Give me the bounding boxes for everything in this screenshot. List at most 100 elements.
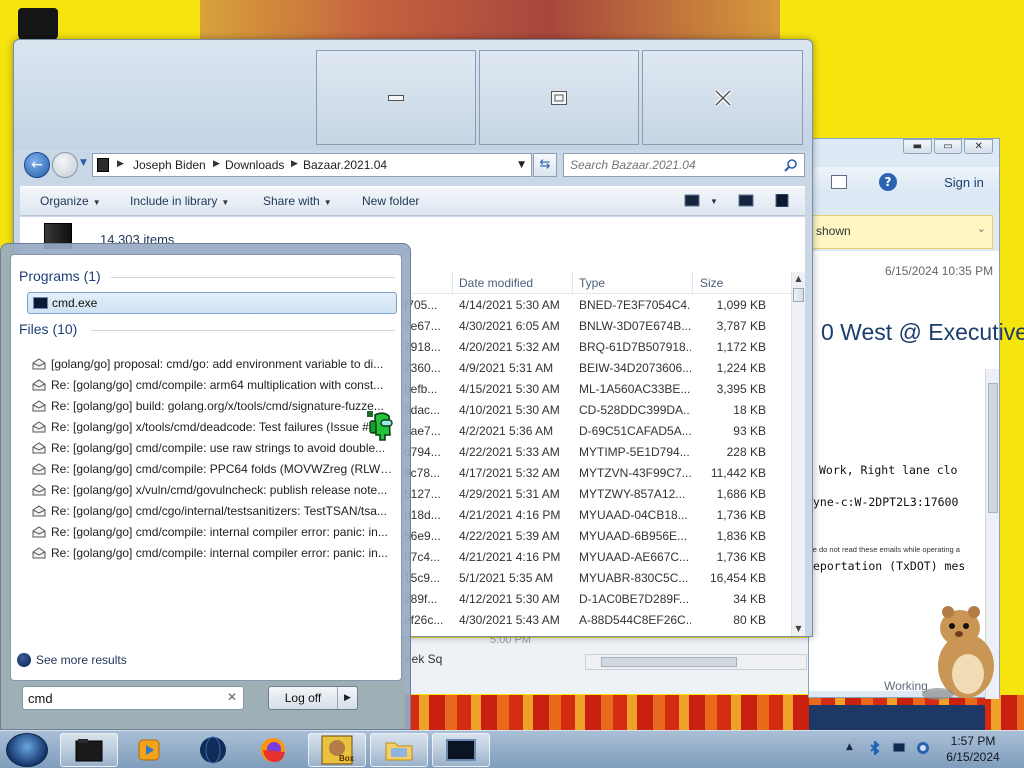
title-bar[interactable]	[14, 40, 812, 150]
breadcrumb-item[interactable]: Bazaar.2021.04	[303, 158, 387, 172]
chevron-right-icon[interactable]: ▶	[213, 159, 220, 169]
start-button[interactable]	[6, 733, 48, 767]
taskbar-media-player-button[interactable]	[120, 733, 178, 767]
start-search-input[interactable]	[28, 690, 218, 706]
chevron-down-icon[interactable]: ▼	[518, 160, 525, 170]
taskbar-cmd-button[interactable]	[432, 733, 490, 767]
type-cell: MYUABR-830C5C...	[579, 571, 689, 585]
globe-icon	[200, 736, 226, 764]
network-tray-icon[interactable]	[916, 741, 930, 755]
email-line: Work, Right lane clo	[819, 463, 958, 477]
scrollbar-thumb[interactable]	[988, 383, 998, 513]
see-more-results-link[interactable]: See more results	[36, 653, 127, 667]
minimize-button[interactable]	[316, 50, 476, 145]
file-result-item[interactable]: Re: [golang/go] build: golang.org/x/tool…	[27, 396, 397, 417]
flag-icon[interactable]	[831, 175, 847, 189]
file-result-item[interactable]: Re: [golang/go] cmd/compile: internal co…	[27, 522, 397, 543]
email-icon	[32, 421, 46, 433]
scroll-down-arrow[interactable]: ▼	[792, 622, 805, 636]
breadcrumb-item[interactable]: Downloads	[225, 158, 284, 172]
column-divider[interactable]	[452, 272, 453, 294]
scrollbar-thumb[interactable]	[793, 288, 804, 302]
start-search-box[interactable]: ✕	[22, 686, 244, 710]
search-box[interactable]	[563, 153, 805, 177]
file-result-item[interactable]: [golang/go] proposal: cmd/go: add enviro…	[27, 354, 397, 375]
file-result-item[interactable]: Re: [golang/go] cmd/compile: use raw str…	[27, 438, 397, 459]
system-clock[interactable]: 1:57 PM 6/15/2024	[938, 733, 1008, 765]
refresh-button[interactable]: ⇆	[533, 153, 557, 177]
bluetooth-tray-icon[interactable]	[868, 739, 882, 757]
close-button[interactable]	[642, 50, 803, 145]
file-result-label: Re: [golang/go] cmd/compile: internal co…	[51, 525, 388, 539]
file-result-item[interactable]: Re: [golang/go] cmd/cgo/internal/testsan…	[27, 501, 397, 522]
sign-in-link[interactable]: Sign in	[937, 173, 991, 193]
search-icon[interactable]	[784, 158, 798, 172]
chevron-down-icon[interactable]: ⌄	[977, 222, 986, 235]
file-result-item[interactable]: Re: [golang/go] cmd/compile: internal co…	[27, 543, 397, 564]
taskbar-box-app-button[interactable]: Box	[308, 733, 366, 767]
close-button[interactable]: ✕	[964, 139, 994, 154]
include-in-library-menu[interactable]: Include in library ▼	[130, 194, 229, 208]
new-folder-button[interactable]: New folder	[362, 194, 419, 208]
caret-down-icon: ▼	[221, 198, 230, 207]
taskbar-explorer-button[interactable]	[60, 733, 118, 767]
minimize-button[interactable]: ▬	[903, 139, 932, 154]
command-bar: Organize ▼ Include in library ▼ Share with…	[20, 186, 805, 216]
view-options-icon[interactable]	[684, 194, 700, 207]
chevron-right-icon[interactable]: ▶	[337, 687, 357, 709]
desktop-icon[interactable]	[18, 8, 58, 42]
file-result-item[interactable]: Re: [golang/go] x/tools/cmd/deadcode: Te…	[27, 417, 397, 438]
file-result-item[interactable]: Re: [golang/go] cmd/compile: PPC64 folds…	[27, 459, 397, 480]
column-divider[interactable]	[572, 272, 573, 294]
size-cell: 1,836 KB	[716, 529, 766, 543]
chevron-right-icon[interactable]: ▶	[117, 159, 124, 169]
monitor-tray-icon[interactable]	[892, 741, 906, 755]
folder-icon	[97, 158, 109, 172]
type-cell: D-1AC0BE7D289F...	[579, 592, 690, 606]
organize-menu[interactable]: Organize ▼	[40, 194, 101, 208]
date-modified-cell: 4/30/2021 5:43 AM	[459, 613, 560, 627]
file-name-cell: 67c4...	[404, 550, 441, 564]
size-cell: 34 KB	[733, 592, 766, 606]
scrollbar-thumb[interactable]	[601, 657, 737, 667]
preview-pane-icon[interactable]	[738, 194, 754, 207]
dark-folder-icon	[75, 739, 103, 762]
program-result-cmd[interactable]: cmd.exe	[27, 292, 397, 314]
vertical-scrollbar[interactable]: ▲ ▼	[791, 272, 805, 636]
help-icon[interactable]: ?	[879, 173, 897, 191]
type-cell: MYTZVN-43F99C7...	[579, 466, 691, 480]
scroll-up-arrow[interactable]: ▲	[792, 272, 805, 286]
help-icon[interactable]	[774, 194, 790, 207]
email-icon	[32, 379, 46, 391]
address-bar[interactable]: ▶ Joseph Biden ▶ Downloads ▶ Bazaar.2021…	[92, 153, 532, 177]
horizontal-scrollbar[interactable]	[585, 654, 807, 670]
clear-icon[interactable]: ✕	[227, 690, 237, 704]
recent-pages-dropdown[interactable]: ▼	[80, 158, 87, 168]
maximize-button[interactable]	[479, 50, 639, 145]
share-with-menu[interactable]: Share with ▼	[263, 194, 332, 208]
maximize-button[interactable]: ▭	[933, 139, 963, 154]
file-result-item[interactable]: Re: [golang/go] x/vuln/cmd/govulncheck: …	[27, 480, 397, 501]
column-header-type[interactable]: Type	[579, 276, 605, 290]
show-hidden-icons-button[interactable]: ▲	[846, 742, 853, 752]
taskbar-folder-button[interactable]	[370, 733, 428, 767]
taskbar-firefox-button[interactable]	[244, 733, 302, 767]
programs-group-header[interactable]: Programs (1)	[19, 268, 101, 284]
chevron-down-icon[interactable]: ▼	[710, 197, 718, 206]
chevron-right-icon[interactable]: ▶	[291, 159, 298, 169]
breadcrumb-item[interactable]: Joseph Biden	[133, 158, 206, 172]
console-icon	[33, 297, 48, 309]
info-bar[interactable]: shown ⌄	[809, 215, 993, 249]
back-button[interactable]: ←	[24, 152, 50, 178]
email-icon	[32, 505, 46, 517]
file-result-item[interactable]: Re: [golang/go] cmd/compile: arm64 multi…	[27, 375, 397, 396]
search-input[interactable]	[570, 157, 780, 173]
files-group-header[interactable]: Files (10)	[19, 321, 77, 337]
column-header-size[interactable]: Size	[700, 276, 723, 290]
forward-button[interactable]	[52, 152, 78, 178]
column-divider[interactable]	[692, 272, 693, 294]
column-header-date-modified[interactable]: Date modified	[459, 276, 533, 290]
email-icon	[32, 547, 46, 559]
taskbar-globe-button[interactable]	[184, 733, 242, 767]
log-off-button[interactable]: Log off ▶	[268, 686, 358, 710]
